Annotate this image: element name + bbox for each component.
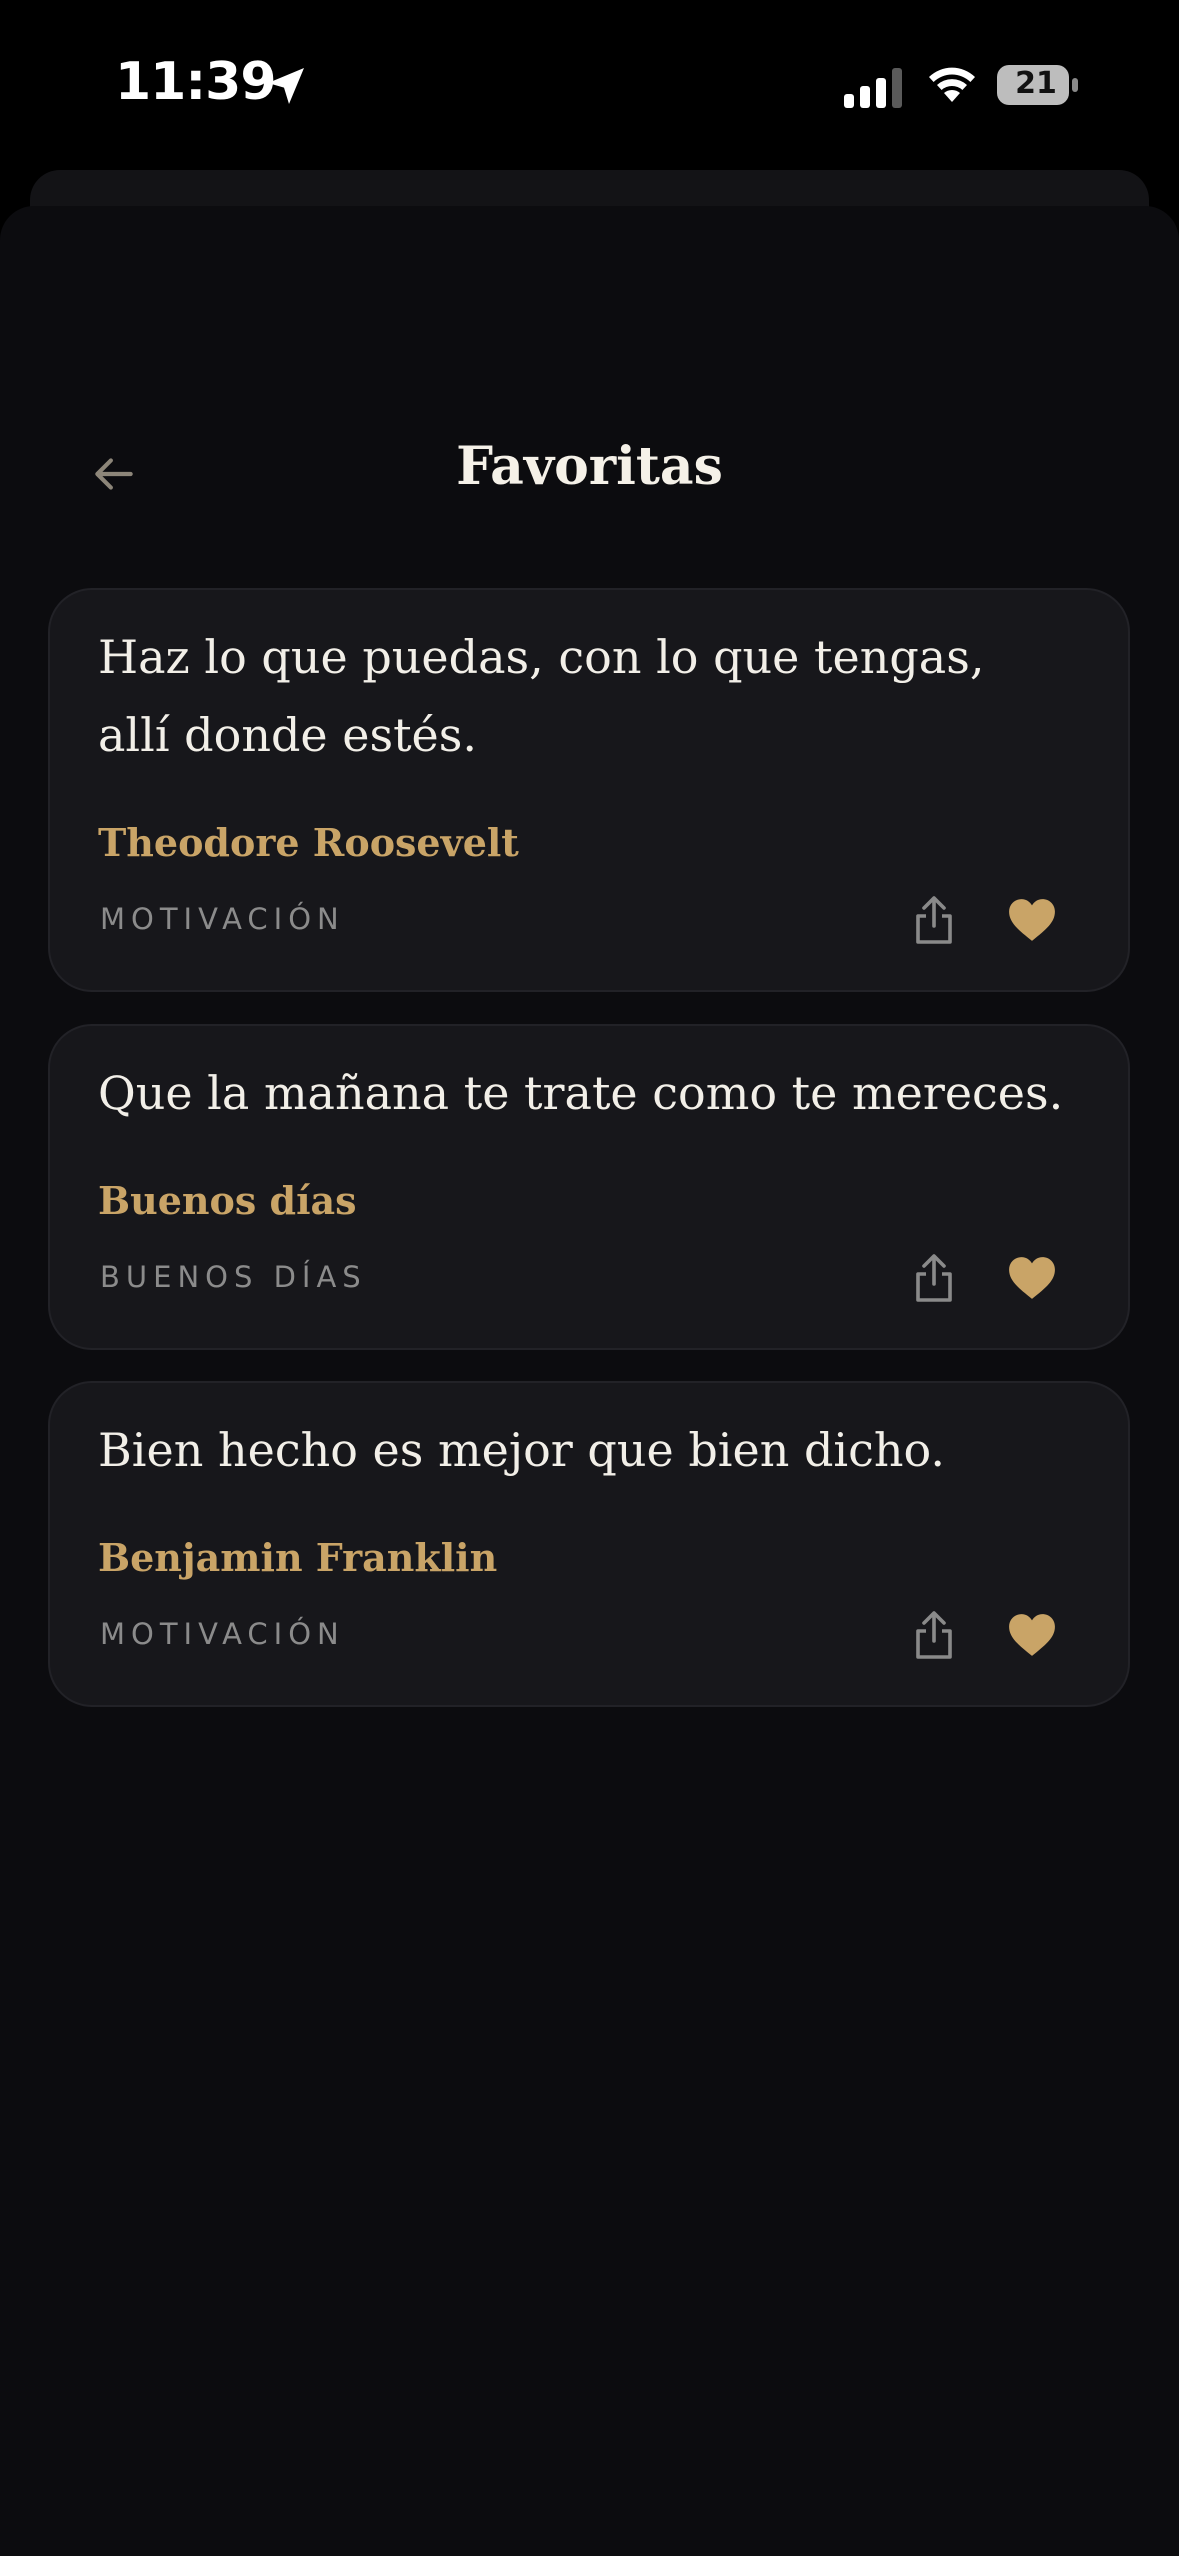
app-screen: 11:39 21 Favoritas Haz lo que puedas, co… bbox=[0, 0, 1179, 2556]
quote-text: Bien hecho es mejor que bien dicho. bbox=[98, 1423, 946, 1477]
quote-category: BUENOS DÍAS bbox=[100, 1260, 367, 1294]
heart-icon bbox=[1009, 899, 1055, 941]
quote-category: MOTIVACIÓN bbox=[100, 1617, 345, 1651]
quote-text: Que la mañana te trate como te mereces. bbox=[98, 1066, 1064, 1120]
share-button[interactable] bbox=[902, 888, 966, 952]
share-button[interactable] bbox=[902, 1603, 966, 1667]
favorite-button[interactable] bbox=[1000, 1603, 1064, 1667]
quote-category: MOTIVACIÓN bbox=[100, 902, 345, 936]
status-time: 11:39 bbox=[115, 52, 277, 112]
share-icon bbox=[916, 1254, 952, 1302]
share-icon bbox=[916, 896, 952, 944]
battery-level: 21 bbox=[1015, 66, 1057, 101]
quote-author: Benjamin Franklin bbox=[98, 1535, 498, 1580]
wifi-icon bbox=[929, 67, 975, 102]
page-title: Favoritas bbox=[456, 436, 723, 497]
location-arrow-icon bbox=[268, 68, 304, 104]
cellular-signal-icon bbox=[844, 68, 902, 108]
favorite-card[interactable]: Bien hecho es mejor que bien dicho. Benj… bbox=[48, 1381, 1130, 1707]
quote-author: Buenos días bbox=[98, 1178, 357, 1223]
status-bar: 11:39 21 bbox=[0, 0, 1179, 170]
heart-icon bbox=[1009, 1257, 1055, 1299]
quote-author: Theodore Roosevelt bbox=[98, 820, 519, 865]
quote-text: Haz lo que puedas, con lo que tengas, al… bbox=[98, 630, 985, 762]
favorite-button[interactable] bbox=[1000, 1246, 1064, 1310]
share-icon bbox=[916, 1611, 952, 1659]
share-button[interactable] bbox=[902, 1246, 966, 1310]
favorite-card[interactable]: Que la mañana te trate como te mereces. … bbox=[48, 1024, 1130, 1350]
favorite-button[interactable] bbox=[1000, 888, 1064, 952]
heart-icon bbox=[1009, 1614, 1055, 1656]
favorite-card[interactable]: Haz lo que puedas, con lo que tengas, al… bbox=[48, 588, 1130, 992]
